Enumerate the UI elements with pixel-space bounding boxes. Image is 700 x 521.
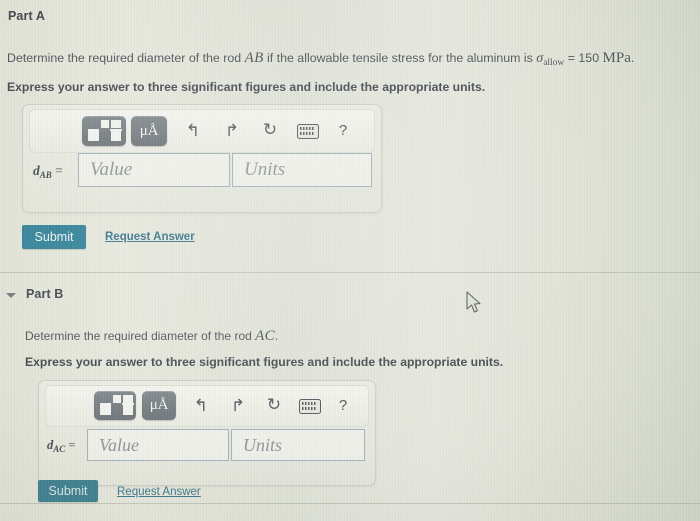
question-a-prefix: Determine the required diameter of the r… [7, 51, 245, 65]
section-divider-b [0, 503, 700, 504]
question-a-end: . [630, 51, 635, 65]
redo-icon[interactable]: ↱ [221, 116, 243, 146]
units-icon[interactable]: μÅ [142, 391, 176, 420]
part-a-submit-button[interactable]: Submit [22, 225, 86, 249]
label-eq-b: = [65, 438, 76, 452]
label-sub-ab: AB [39, 170, 52, 180]
help-icon[interactable]: ? [335, 391, 351, 421]
part-a-question: Determine the required diameter of the r… [7, 50, 634, 68]
part-b-value-input[interactable]: Value [87, 429, 229, 461]
units-icon[interactable]: μÅ [131, 116, 167, 146]
part-b-request-answer-link[interactable]: Request Answer [117, 486, 201, 498]
part-b-heading: Part B [26, 287, 64, 301]
mpa-unit: MPa [602, 50, 631, 66]
label-sub-ac: AC [53, 444, 66, 454]
mouse-pointer [466, 291, 481, 313]
part-b-submit-button[interactable]: Submit [38, 480, 98, 502]
question-a-mid: if the allowable tensile stress for the … [263, 51, 537, 65]
sigma-subscript: allow [543, 58, 565, 68]
part-b-collapse-icon[interactable] [6, 293, 16, 298]
part-a-request-answer-link[interactable]: Request Answer [105, 231, 195, 243]
undo-icon[interactable]: ↰ [190, 391, 212, 421]
rod-ab-label: AB [244, 50, 264, 66]
reset-icon[interactable]: ↻ [263, 390, 285, 420]
part-a-toolbar: μÅ ↰ ↱ ↻ ? [29, 109, 375, 153]
keyboard-icon[interactable] [299, 399, 321, 414]
label-d-a: d [33, 163, 40, 178]
part-a-heading: Part A [8, 9, 45, 23]
part-b-question: Determine the required diameter of the r… [25, 328, 278, 345]
part-a-answer-box: μÅ ↰ ↱ ↻ ? dAB = Value Units [22, 104, 382, 213]
part-a-instructions: Express your answer to three significant… [7, 80, 486, 94]
part-b-answer-box: μÅ ↰ ↱ ↻ ? dAC = Value Units [38, 380, 376, 486]
help-icon[interactable]: ? [335, 116, 351, 146]
label-eq-a: = [51, 163, 63, 178]
part-b-toolbar: μÅ ↰ ↱ ↻ ? [45, 385, 369, 427]
math-template-icon[interactable] [82, 116, 126, 146]
part-a-value-input[interactable]: Value [78, 153, 230, 187]
part-a-units-input[interactable]: Units [232, 153, 372, 187]
part-b-instructions: Express your answer to three significant… [25, 355, 504, 369]
undo-icon[interactable]: ↰ [182, 116, 204, 146]
part-b-units-input[interactable]: Units [231, 429, 365, 461]
question-b-end: . [274, 329, 279, 343]
rod-ac-label: AC [255, 328, 275, 344]
math-template-icon[interactable] [94, 391, 136, 420]
section-divider-a [0, 272, 700, 273]
part-a-variable-label: dAB = [33, 163, 63, 180]
redo-icon[interactable]: ↱ [227, 391, 249, 421]
question-a-equals: = 150 [564, 51, 603, 65]
keyboard-icon[interactable] [297, 124, 319, 139]
reset-icon[interactable]: ↻ [259, 115, 281, 145]
part-b-variable-label: dAC = [47, 438, 75, 454]
question-b-prefix: Determine the required diameter of the r… [25, 329, 256, 343]
